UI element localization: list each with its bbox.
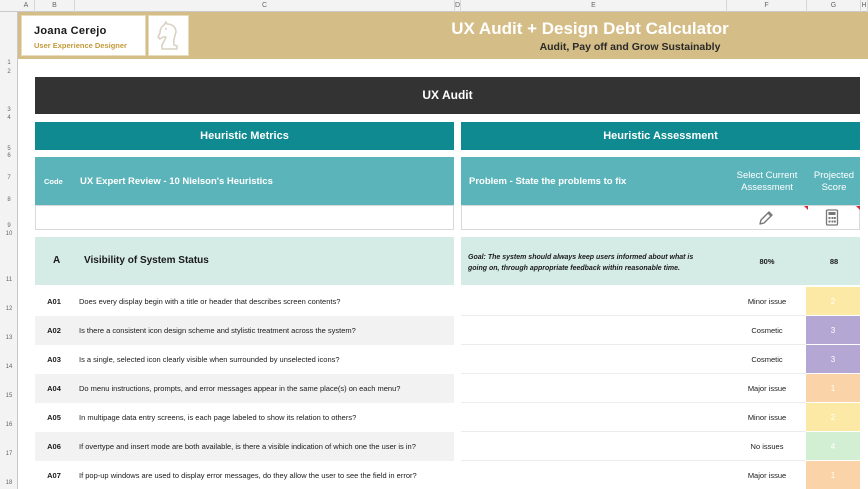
code-column-label: Code xyxy=(44,177,63,186)
author-name: Joana Cerejo xyxy=(34,25,107,37)
assessment-select[interactable]: Cosmetic xyxy=(727,316,807,345)
assessment-select[interactable]: Major issue xyxy=(727,374,807,403)
col-header-a[interactable]: A xyxy=(18,0,35,12)
row-header-2[interactable]: 2 xyxy=(0,69,18,75)
select-assessment-label: Select Current Assessment xyxy=(727,170,807,194)
select-assessment-line1: Select Current xyxy=(736,170,798,181)
row-code: A02 xyxy=(47,326,61,335)
row-code: A01 xyxy=(47,297,61,306)
author-card[interactable]: Joana Cerejo User Experience Designer xyxy=(21,15,146,56)
row-header-9[interactable]: 9 xyxy=(0,223,18,229)
assessment-select[interactable]: Major issue xyxy=(727,461,807,489)
row-question: In multipage data entry screens, is each… xyxy=(79,413,357,422)
row-header-12[interactable]: 12 xyxy=(0,306,18,312)
row-question: Do menu instructions, prompts, and error… xyxy=(79,384,401,393)
row-header-17[interactable]: 17 xyxy=(0,451,18,457)
section-percent: 80% xyxy=(759,257,775,266)
app-title: UX Audit + Design Debt Calculator xyxy=(451,19,729,38)
projected-score-cell: 2 xyxy=(806,403,860,432)
assessment-select[interactable]: Minor issue xyxy=(727,287,807,316)
chess-knight-icon xyxy=(157,21,178,50)
projected-score-cell: 4 xyxy=(806,432,860,461)
col-header-h[interactable]: H xyxy=(861,0,868,12)
projected-score-line2: Score xyxy=(821,182,847,193)
row-question: If pop-up windows are used to display er… xyxy=(79,471,417,480)
row-header-1[interactable]: 1 xyxy=(0,60,18,66)
table-row[interactable]: A07 If pop-up windows are used to display… xyxy=(35,461,860,489)
column-header-bar: A B C D E F G H xyxy=(0,0,868,12)
section-score: 88 xyxy=(829,257,839,266)
section-goal-line2: going on, through appropriate feedback w… xyxy=(468,265,680,272)
metrics-blank-row[interactable] xyxy=(35,205,454,230)
row-header-bar: 1 2 3 4 5 6 7 8 9 10 11 12 13 14 15 16 1… xyxy=(0,12,18,489)
table-row[interactable]: A02 Is there a consistent icon design sch… xyxy=(35,316,860,345)
section-goal: Goal: The system should always keep user… xyxy=(468,252,728,274)
app-subtitle: Audit, Pay off and Grow Sustainably xyxy=(539,41,721,53)
row-header-14[interactable]: 14 xyxy=(0,364,18,370)
metrics-column-header: Code UX Expert Review - 10 Nielson's Heu… xyxy=(35,157,454,205)
col-header-g[interactable]: G xyxy=(807,0,861,12)
comment-marker-icon[interactable] xyxy=(856,206,860,210)
row-header-5[interactable]: 5 xyxy=(0,146,18,152)
projected-score-cell: 3 xyxy=(806,345,860,374)
assessment-column-header: Problem - State the problems to fix Sele… xyxy=(461,157,860,205)
section-a-header: A Visibility of System Status xyxy=(35,237,454,285)
row-header-8[interactable]: 8 xyxy=(0,197,18,203)
row-code: A06 xyxy=(47,442,61,451)
col-header-e[interactable]: E xyxy=(461,0,727,12)
section-goal-line1: Goal: The system should always keep user… xyxy=(468,254,694,261)
row-header-6[interactable]: 6 xyxy=(0,153,18,159)
problem-column-label: Problem - State the problems to fix xyxy=(469,176,627,187)
row-header-16[interactable]: 16 xyxy=(0,422,18,428)
row-code: A05 xyxy=(47,413,61,422)
row-header-3[interactable]: 3 xyxy=(0,107,18,113)
calculator-icon[interactable] xyxy=(825,209,839,226)
select-assessment-line2: Assessment xyxy=(741,182,793,193)
row-header-4[interactable]: 4 xyxy=(0,115,18,121)
row-header-11[interactable]: 11 xyxy=(0,277,18,283)
row-header-10[interactable]: 10 xyxy=(0,231,18,237)
section-code: A xyxy=(53,255,61,266)
row-question: Is there a consistent icon design scheme… xyxy=(79,326,356,335)
review-column-label: UX Expert Review - 10 Nielson's Heuristi… xyxy=(80,176,273,187)
projected-score-cell: 1 xyxy=(806,374,860,403)
heuristic-assessment-header: Heuristic Assessment xyxy=(461,122,860,150)
row-header-18[interactable]: 18 xyxy=(0,480,18,486)
projected-score-label: Projected Score xyxy=(807,170,861,194)
row-header-7[interactable]: 7 xyxy=(0,175,18,181)
ux-audit-header: UX Audit xyxy=(35,77,860,114)
table-row[interactable]: A01 Does every display begin with a title… xyxy=(35,287,860,316)
table-row[interactable]: A04 Do menu instructions, prompts, and er… xyxy=(35,374,860,403)
row-question: If overtype and insert mode are both ava… xyxy=(79,442,416,451)
column-separator xyxy=(454,122,460,489)
table-row[interactable]: A05 In multipage data entry screens, is e… xyxy=(35,403,860,432)
comment-marker-icon[interactable] xyxy=(804,206,808,210)
section-a-goal: Goal: The system should always keep user… xyxy=(461,237,860,285)
projected-score-line1: Projected xyxy=(813,170,855,181)
section-title: Visibility of System Status xyxy=(84,255,209,266)
author-role: User Experience Designer xyxy=(34,41,127,50)
heuristic-metrics-header: Heuristic Metrics xyxy=(35,122,454,150)
row-code: A04 xyxy=(47,384,61,393)
projected-score-cell: 3 xyxy=(806,316,860,345)
pencil-icon[interactable] xyxy=(758,209,774,226)
row-header-13[interactable]: 13 xyxy=(0,335,18,341)
row-question: Is a single, selected icon clearly visib… xyxy=(79,355,340,364)
assessment-select[interactable]: Minor issue xyxy=(727,403,807,432)
col-header-c[interactable]: C xyxy=(75,0,455,12)
assessment-select[interactable]: No issues xyxy=(727,432,807,461)
chess-knight-logo[interactable] xyxy=(148,15,189,56)
row-code: A07 xyxy=(47,471,61,480)
row-code: A03 xyxy=(47,355,61,364)
table-row[interactable]: A06 If overtype and insert mode are both … xyxy=(35,432,860,461)
projected-score-cell: 1 xyxy=(806,461,860,489)
row-header-15[interactable]: 15 xyxy=(0,393,18,399)
row-question: Does every display begin with a title or… xyxy=(79,297,341,306)
projected-score-cell: 2 xyxy=(806,287,860,316)
table-row[interactable]: A03 Is a single, selected icon clearly vi… xyxy=(35,345,860,374)
col-header-b[interactable]: B xyxy=(35,0,75,12)
assessment-select[interactable]: Cosmetic xyxy=(727,345,807,374)
col-header-f[interactable]: F xyxy=(727,0,807,12)
assessment-icon-row[interactable] xyxy=(461,205,860,230)
